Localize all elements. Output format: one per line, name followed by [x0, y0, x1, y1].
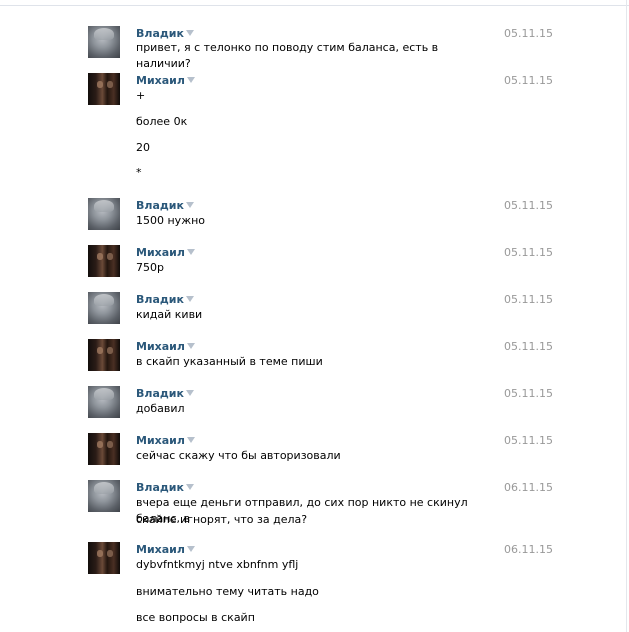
right-border	[626, 0, 627, 632]
message-text: 1500 нужно	[136, 214, 206, 227]
dark-avatar[interactable]	[88, 245, 120, 277]
message-text: привет, я с телонко по поводу стим балан…	[136, 41, 439, 70]
message-text: dybvfntkmyj ntve xbnfnm yflj	[136, 558, 299, 571]
message-date[interactable]: 05.11.15	[504, 434, 553, 447]
message-date[interactable]: 05.11.15	[504, 199, 553, 212]
dropdown-arrow-icon[interactable]	[185, 202, 194, 208]
sender-name-label[interactable]: Михаил	[136, 340, 185, 353]
sender-name[interactable]: Михаил	[136, 74, 195, 87]
sender-name[interactable]: Владик	[136, 199, 194, 212]
message-text: скайпе игнорят, что за дела?	[136, 513, 308, 526]
dropdown-arrow-icon[interactable]	[185, 390, 194, 396]
message-text: все вопросы в скайп	[136, 611, 255, 624]
sender-name-label[interactable]: Михаил	[136, 74, 185, 87]
message-date[interactable]: 05.11.15	[504, 27, 553, 40]
message-text: добавил	[136, 402, 185, 415]
sender-name[interactable]: Владик	[136, 481, 194, 494]
sender-name[interactable]: Михаил	[136, 340, 195, 353]
sender-name[interactable]: Владик	[136, 387, 194, 400]
dropdown-arrow-icon[interactable]	[186, 437, 195, 443]
message-date[interactable]: 05.11.15	[504, 340, 553, 353]
message-text: +	[136, 89, 146, 102]
sender-name[interactable]: Михаил	[136, 434, 195, 447]
cat-avatar[interactable]	[88, 292, 120, 324]
top-border	[0, 0, 629, 6]
dark-avatar[interactable]	[88, 73, 120, 105]
dark-avatar[interactable]	[88, 433, 120, 465]
sender-name[interactable]: Михаил	[136, 543, 195, 556]
message-date[interactable]: 06.11.15	[504, 543, 553, 556]
message-text: 20	[136, 141, 150, 154]
sender-name-label[interactable]: Владик	[136, 387, 184, 400]
message-text: 750р	[136, 261, 164, 274]
cat-avatar[interactable]	[88, 198, 120, 230]
message-text: внимательно тему читать надо	[136, 585, 319, 598]
dropdown-arrow-icon[interactable]	[185, 484, 194, 490]
dropdown-arrow-icon[interactable]	[186, 546, 195, 552]
cat-avatar[interactable]	[88, 386, 120, 418]
dropdown-arrow-icon[interactable]	[185, 30, 194, 36]
sender-name-label[interactable]: Владик	[136, 27, 184, 40]
sender-name-label[interactable]: Владик	[136, 481, 184, 494]
dark-avatar[interactable]	[88, 339, 120, 371]
cat-avatar[interactable]	[88, 480, 120, 512]
message-text: в скайп указанный в теме пиши	[136, 355, 323, 368]
message-text: *	[136, 166, 142, 179]
cat-avatar[interactable]	[88, 26, 120, 58]
message-text: более 0к	[136, 115, 188, 128]
sender-name-label[interactable]: Михаил	[136, 246, 185, 259]
message-text: сейчас скажу что бы авторизовали	[136, 449, 341, 462]
sender-name[interactable]: Владик	[136, 27, 194, 40]
sender-name[interactable]: Михаил	[136, 246, 195, 259]
dark-avatar[interactable]	[88, 542, 120, 574]
dropdown-arrow-icon[interactable]	[186, 77, 195, 83]
message-date[interactable]: 06.11.15	[504, 481, 553, 494]
dropdown-arrow-icon[interactable]	[186, 343, 195, 349]
message-date[interactable]: 05.11.15	[504, 74, 553, 87]
sender-name-label[interactable]: Михаил	[136, 543, 185, 556]
message-text: кидай киви	[136, 308, 203, 321]
sender-name[interactable]: Владик	[136, 293, 194, 306]
message-date[interactable]: 05.11.15	[504, 246, 553, 259]
dropdown-arrow-icon[interactable]	[185, 296, 194, 302]
sender-name-label[interactable]: Владик	[136, 199, 184, 212]
message-date[interactable]: 05.11.15	[504, 387, 553, 400]
message-date[interactable]: 05.11.15	[504, 293, 553, 306]
sender-name-label[interactable]: Михаил	[136, 434, 185, 447]
sender-name-label[interactable]: Владик	[136, 293, 184, 306]
dropdown-arrow-icon[interactable]	[186, 249, 195, 255]
